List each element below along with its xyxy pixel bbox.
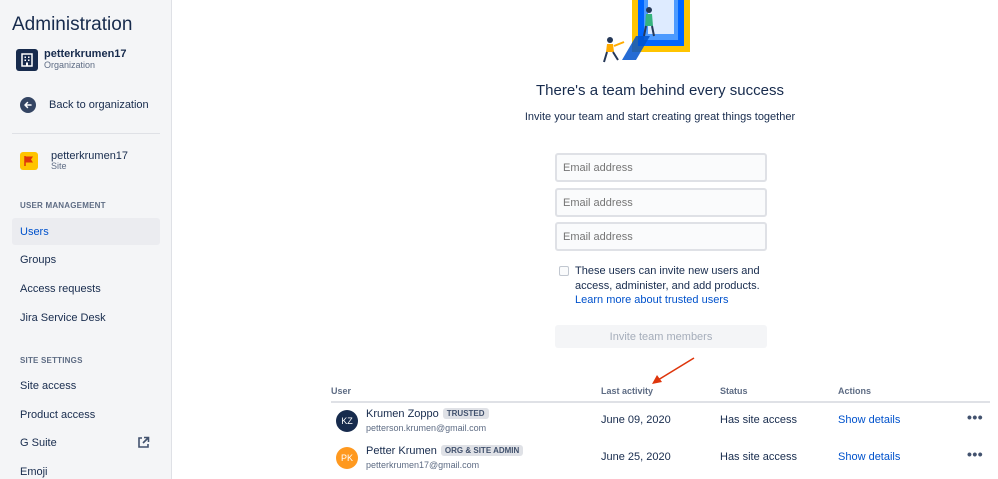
email-field-1[interactable] [555,153,767,182]
sidebar-item-jira-service-desk[interactable]: Jira Service Desk [12,304,160,331]
site-name: petterkrumen17 [51,150,129,162]
sidebar-item-access-requests[interactable]: Access requests [12,275,160,302]
show-details-link[interactable]: Show details [838,414,900,426]
sidebar-item-g-suite[interactable]: G Suite [12,429,160,456]
sidebar-item-site-access[interactable]: Site access [12,372,160,399]
sidebar-item-product-access[interactable]: Product access [12,401,160,428]
sidebar-item-g-suite-label: G Suite [20,436,57,449]
sidebar: Administration petterkrumen17 Organizati… [0,0,172,479]
table-row: PK Petter Krumen ORG & SITE ADMIN petterk… [331,444,998,479]
show-details-link[interactable]: Show details [838,451,900,463]
back-label: Back to organization [49,99,149,111]
trusted-users-label: These users can invite new users and acc… [575,265,760,292]
org-type: Organization [44,60,96,70]
column-header-actions: Actions [838,386,872,396]
invite-team-members-button[interactable]: Invite team members [555,325,767,348]
annotation-arrow-icon [652,357,695,384]
back-to-organization-link[interactable]: Back to organization [20,97,149,113]
sidebar-item-emoji[interactable]: Emoji [12,458,160,479]
page-headline: There's a team behind every success [536,82,784,99]
sidebar-title: Administration [12,14,133,35]
section-site-settings: SITE SETTINGS [20,356,83,365]
avatar: PK [336,447,358,469]
table-row: KZ Krumen Zoppo TRUSTED petterson.krumen@… [331,407,998,444]
building-icon [16,49,38,71]
table-header-divider [331,401,990,403]
user-name: Krumen Zoppo [366,408,439,420]
sidebar-item-groups[interactable]: Groups [12,246,160,273]
user-email: petterkrumen17@gmail.com [366,460,480,470]
last-activity: June 25, 2020 [601,451,671,463]
org-name: petterkrumen17 [44,48,127,60]
email-field-3[interactable] [555,222,767,251]
site-switcher[interactable]: petterkrumen17 Site [20,151,128,171]
column-header-last-activity[interactable]: Last activity [601,386,653,396]
column-header-status[interactable]: Status [720,386,748,396]
column-header-user[interactable]: User [331,386,351,396]
site-type: Site [51,161,67,171]
status: Has site access [720,414,798,426]
user-email: petterson.krumen@gmail.com [366,423,487,433]
trusted-users-checkbox[interactable] [559,266,569,276]
status: Has site access [720,451,798,463]
email-field-2[interactable] [555,188,767,217]
flag-icon [20,152,38,170]
external-link-icon [138,436,150,448]
org-switcher[interactable]: petterkrumen17 Organization [16,49,127,71]
sidebar-item-users[interactable]: Users [12,218,160,245]
section-user-management: USER MANAGEMENT [20,201,106,210]
avatar: KZ [336,410,358,432]
team-illustration [603,0,690,63]
page-subline: Invite your team and start creating grea… [524,111,796,123]
more-actions-icon[interactable]: ••• [967,409,983,425]
admin-badge: ORG & SITE ADMIN [440,445,524,456]
learn-more-trusted-users-link[interactable]: Learn more about trusted users [575,294,728,306]
arrow-left-icon [20,97,36,113]
user-name: Petter Krumen [366,445,437,457]
last-activity: June 09, 2020 [601,414,671,426]
trusted-badge: TRUSTED [442,408,489,419]
more-actions-icon[interactable]: ••• [967,446,983,462]
sidebar-divider [12,133,160,134]
